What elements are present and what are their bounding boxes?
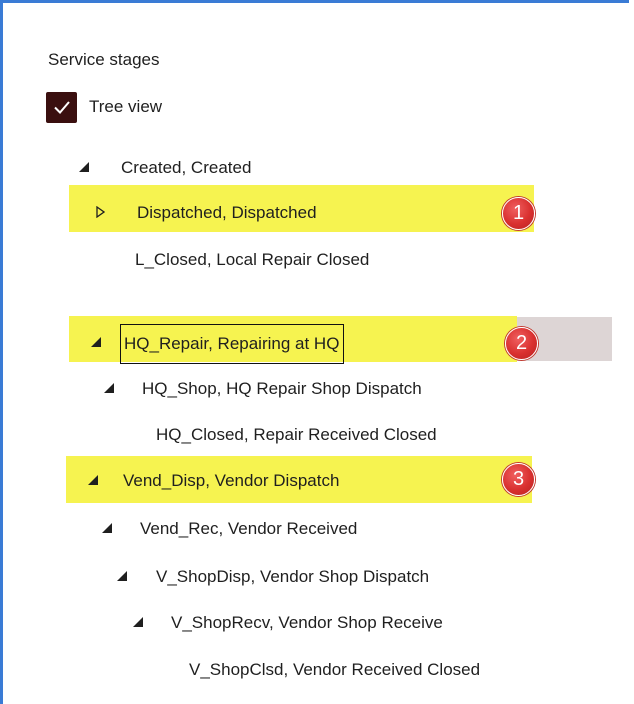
tree-node-label: L_Closed, Local Repair Closed — [135, 250, 370, 269]
tree-node-label: Created, Created — [121, 158, 252, 177]
service-stages-panel: Service stages Tree view Created, Create… — [0, 0, 629, 704]
tree-node-label: HQ_Shop, HQ Repair Shop Dispatch — [142, 379, 422, 398]
tree-node-l-closed[interactable]: L_Closed, Local Repair Closed — [3, 238, 632, 282]
tree-node-label: HQ_Closed, Repair Received Closed — [156, 425, 437, 444]
expanded-triangle-icon[interactable] — [117, 555, 127, 599]
expanded-triangle-icon[interactable] — [102, 507, 112, 551]
expanded-triangle-icon[interactable] — [91, 321, 101, 365]
tree-node-v-shopclsd[interactable]: V_ShopClsd, Vendor Received Closed — [3, 648, 632, 692]
tree-view-checkbox[interactable] — [46, 91, 77, 123]
tree-node-label: V_ShopRecv, Vendor Shop Receive — [171, 613, 443, 632]
section-title: Service stages — [48, 50, 160, 69]
tree-view-toggle[interactable]: Tree view — [46, 91, 162, 123]
tree-node-hq-shop[interactable]: HQ_Shop, HQ Repair Shop Dispatch — [3, 367, 632, 411]
tree-view-label: Tree view — [89, 97, 163, 116]
tree-node-label: Vend_Disp, Vendor Dispatch — [123, 471, 340, 490]
step-badge: 1 — [502, 197, 535, 230]
checkmark-icon — [53, 101, 70, 114]
tree-node-vend-disp[interactable]: Vend_Disp, Vendor Dispatch 3 — [3, 456, 632, 503]
step-badge: 3 — [502, 463, 535, 496]
step-badge: 2 — [505, 327, 538, 360]
tree-node-v-shopdisp[interactable]: V_ShopDisp, Vendor Shop Dispatch — [3, 555, 632, 599]
tree-node-label: Vend_Rec, Vendor Received — [140, 519, 358, 538]
expanded-triangle-icon[interactable] — [79, 146, 89, 190]
tree-node-label: HQ_Repair, Repairing at HQ — [120, 324, 345, 364]
tree-node-hq-closed[interactable]: HQ_Closed, Repair Received Closed — [3, 413, 632, 457]
tree-node-created[interactable]: Created, Created — [3, 146, 632, 190]
tree-node-v-shoprecv[interactable]: V_ShopRecv, Vendor Shop Receive — [3, 601, 632, 645]
expanded-triangle-icon[interactable] — [88, 459, 98, 503]
expanded-triangle-icon[interactable] — [104, 367, 114, 411]
collapsed-triangle-icon[interactable] — [96, 191, 105, 235]
tree-node-vend-rec[interactable]: Vend_Rec, Vendor Received — [3, 507, 632, 551]
tree-node-label: V_ShopClsd, Vendor Received Closed — [189, 660, 481, 679]
tree-node-label: Dispatched, Dispatched — [137, 203, 317, 222]
expanded-triangle-icon[interactable] — [133, 601, 143, 645]
tree-node-label: V_ShopDisp, Vendor Shop Dispatch — [156, 567, 430, 586]
tree-node-dispatched[interactable]: Dispatched, Dispatched 1 — [3, 185, 632, 235]
tree-node-hq-repair[interactable]: HQ_Repair, Repairing at HQ 2 — [3, 316, 632, 365]
